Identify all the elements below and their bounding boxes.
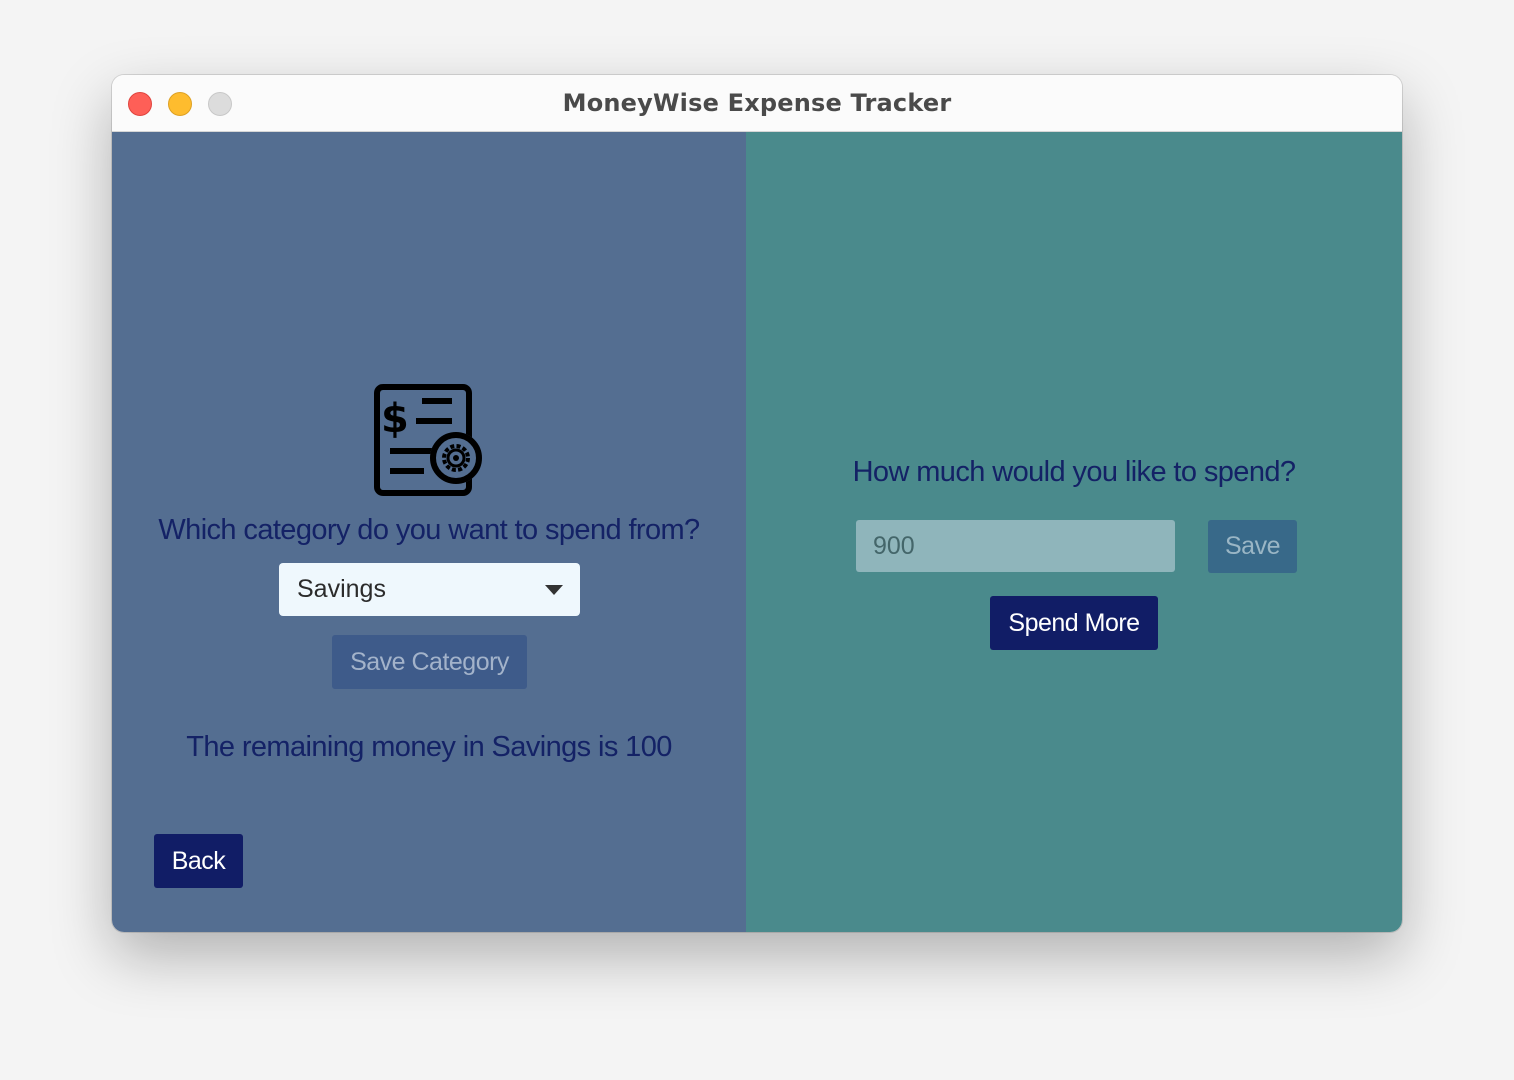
spend-more-button[interactable]: Spend More (990, 596, 1158, 650)
category-panel: $ Which category do you want to spend fr… (112, 132, 746, 932)
chevron-down-icon (545, 585, 563, 595)
bill-settings-icon: $ (374, 384, 482, 496)
category-select-value: Savings (297, 575, 386, 603)
save-amount-button[interactable]: Save (1208, 520, 1297, 573)
save-category-button[interactable]: Save Category (332, 635, 527, 689)
app-window: MoneyWise Expense Tracker $ Which catego… (112, 75, 1402, 932)
svg-text:$: $ (381, 396, 409, 442)
title-bar: MoneyWise Expense Tracker (112, 75, 1402, 132)
spend-question: How much would you like to spend? (852, 456, 1296, 488)
category-question: Which category do you want to spend from… (158, 514, 700, 546)
window-title: MoneyWise Expense Tracker (562, 89, 952, 117)
amount-input[interactable] (856, 520, 1175, 572)
remaining-money-text: The remaining money in Savings is 100 (186, 731, 672, 763)
spend-panel: How much would you like to spend? Save S… (746, 132, 1402, 932)
category-select[interactable]: Savings (279, 563, 580, 616)
back-button[interactable]: Back (154, 834, 243, 888)
